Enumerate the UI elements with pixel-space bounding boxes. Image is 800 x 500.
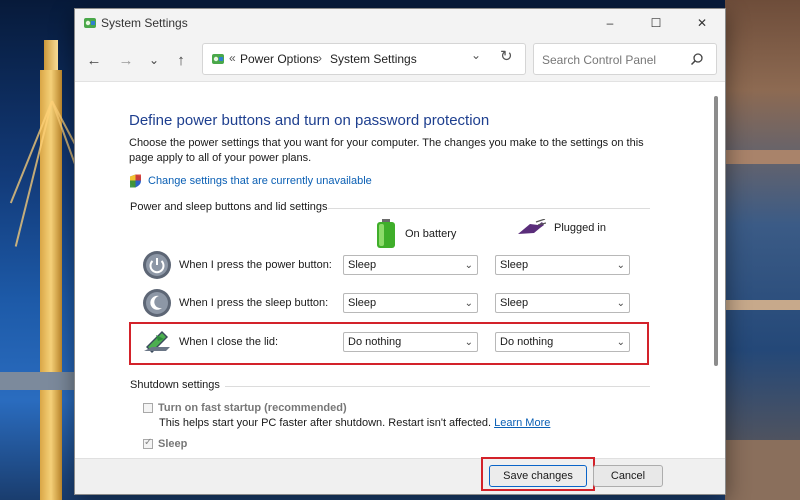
dropdown-value: Sleep [348,259,377,271]
sleep-checkbox[interactable] [143,437,153,449]
sleep-option[interactable]: Sleep [143,437,188,450]
breadcrumb-prefix-icon: « [229,51,236,65]
sleep-button-label: When I press the sleep button: [179,297,329,309]
group-divider [328,208,650,209]
scrollbar-thumb[interactable] [714,96,718,366]
window-title: System Settings [101,16,188,30]
power-button-on-battery-select[interactable]: Sleep ⌄ [343,255,478,275]
search-box[interactable] [533,43,717,75]
up-icon[interactable]: ↑ [170,49,192,71]
address-dropdown-icon[interactable]: ⌄ [471,48,481,62]
save-changes-button[interactable]: Save changes [489,465,587,487]
chevron-down-icon: ⌄ [464,336,473,348]
learn-more-link[interactable]: Learn More [494,417,550,429]
battery-icon [377,219,395,248]
control-panel-icon [212,54,224,64]
chevron-down-icon: ⌄ [616,259,625,271]
back-icon[interactable]: ← [83,49,105,71]
forward-icon[interactable]: → [115,49,137,71]
control-panel-icon [84,18,96,28]
column-on-battery: On battery [375,219,456,249]
column-plugged-in: Plugged in [516,219,606,237]
dropdown-value: Do nothing [500,336,554,348]
breadcrumb-separator-icon: › [318,51,322,65]
power-buttons-group-label: Power and sleep buttons and lid settings [130,201,328,213]
on-battery-label: On battery [405,228,457,240]
fast-startup-help-text: This helps start your PC faster after sh… [159,417,492,429]
system-settings-window: System Settings – ☐ ✕ ← → ⌄ ↑ « Power Op… [74,8,726,495]
vertical-scrollbar[interactable] [713,90,719,450]
shutdown-settings-label: Shutdown settings [130,379,220,391]
laptop-lid-icon [144,331,170,353]
page-title: Define power buttons and turn on passwor… [129,112,490,129]
power-button-plugged-in-select[interactable]: Sleep ⌄ [495,255,630,275]
power-button-label: When I press the power button: [179,259,332,271]
chevron-down-icon: ⌄ [616,336,625,348]
power-button-icon [143,251,171,279]
breadcrumb-power-options[interactable]: Power Options [240,52,319,66]
search-icon[interactable] [690,52,704,66]
refresh-icon[interactable]: ↻ [500,47,518,65]
sleep-button-plugged-in-select[interactable]: Sleep ⌄ [495,293,630,313]
close-lid-on-battery-select[interactable]: Do nothing ⌄ [343,332,478,352]
page-description: Choose the power settings that you want … [129,137,644,164]
group-divider [225,386,650,387]
power-plug-icon [518,219,546,234]
fast-startup-checkbox[interactable] [143,403,153,413]
close-button[interactable]: ✕ [679,9,725,37]
dialog-footer: Save changes Cancel [75,457,725,494]
change-settings-link[interactable]: Change settings that are currently unava… [148,175,372,187]
plugged-in-label: Plugged in [554,222,606,234]
cancel-button[interactable]: Cancel [593,465,663,487]
close-lid-label: When I close the lid: [179,336,279,348]
recent-locations-icon[interactable]: ⌄ [143,49,165,71]
sleep-option-label: Sleep [158,438,188,450]
chevron-down-icon: ⌄ [464,297,473,309]
navigation-bar: ← → ⌄ ↑ « Power Options › System Setting… [75,37,725,82]
fast-startup-description: This helps start your PC faster after sh… [159,417,550,429]
close-lid-plugged-in-select[interactable]: Do nothing ⌄ [495,332,630,352]
uac-shield-icon [130,174,141,188]
maximize-button[interactable]: ☐ [633,9,679,37]
main-content: Define power buttons and turn on passwor… [75,82,725,458]
search-input[interactable] [540,50,689,70]
sleep-button-on-battery-select[interactable]: Sleep ⌄ [343,293,478,313]
fast-startup-label: Turn on fast startup (recommended) [158,402,347,414]
minimize-button[interactable]: – [587,9,633,37]
breadcrumb-system-settings[interactable]: System Settings [330,52,417,66]
title-bar: System Settings – ☐ ✕ [75,9,725,37]
fast-startup-option[interactable]: Turn on fast startup (recommended) [143,402,347,414]
dropdown-value: Do nothing [348,336,402,348]
chevron-down-icon: ⌄ [616,297,625,309]
change-settings-row: Change settings that are currently unava… [129,173,372,189]
dropdown-value: Sleep [500,297,529,309]
dropdown-value: Sleep [500,259,529,271]
sleep-button-icon [143,289,171,317]
chevron-down-icon: ⌄ [464,259,473,271]
address-bar[interactable]: « Power Options › System Settings ⌄ [202,43,526,75]
dropdown-value: Sleep [348,297,377,309]
